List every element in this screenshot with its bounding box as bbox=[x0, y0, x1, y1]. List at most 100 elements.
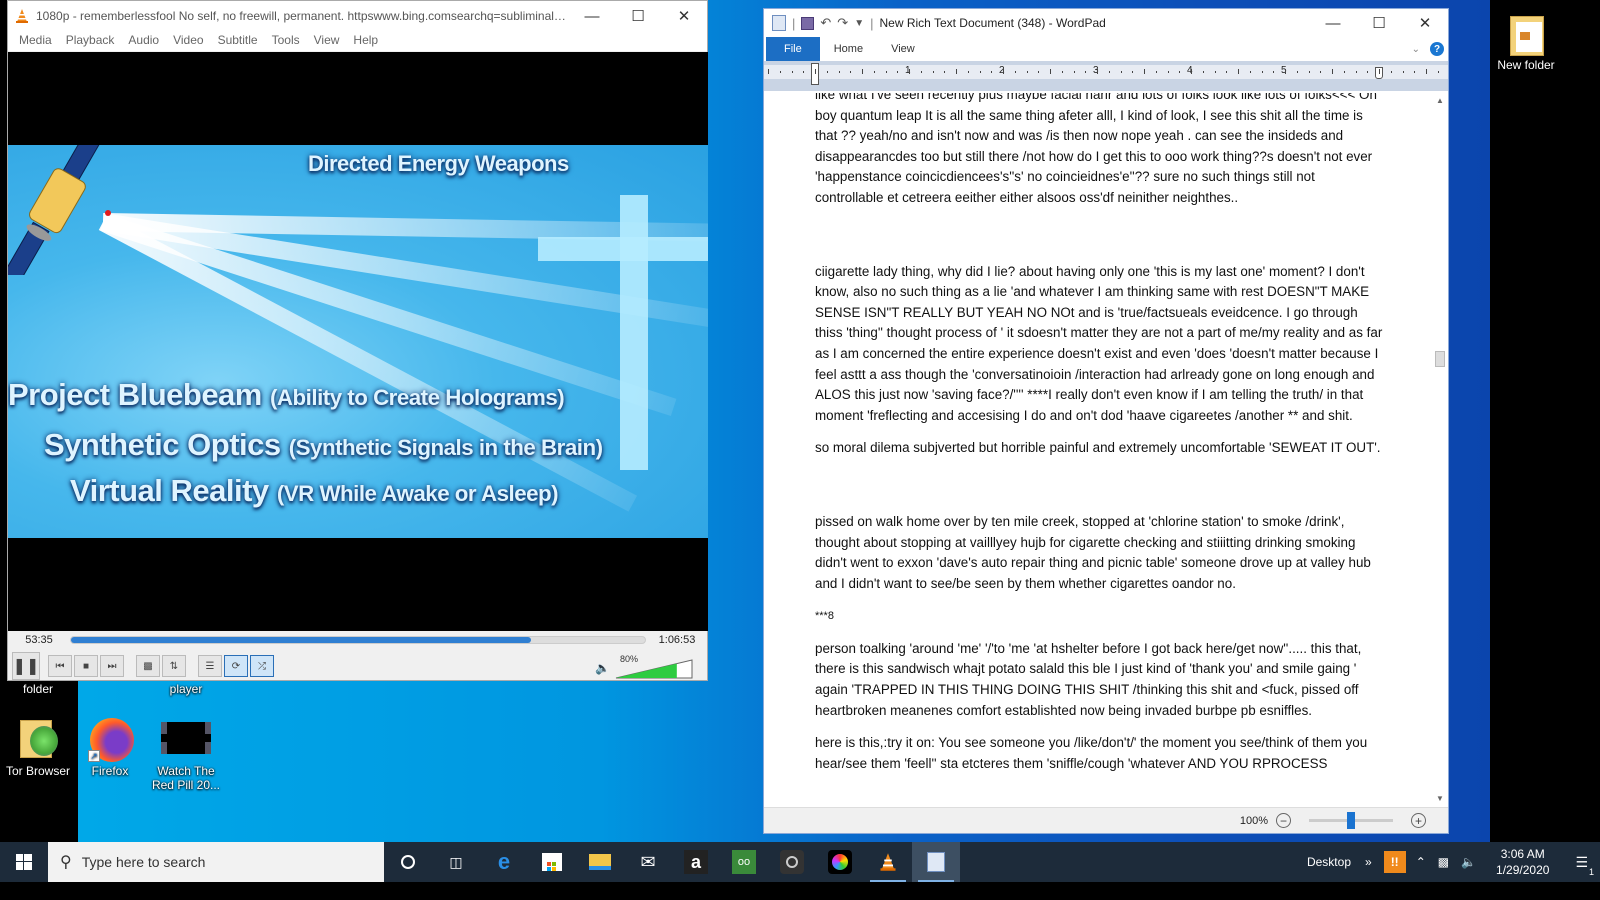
next-button[interactable]: ⏭ bbox=[100, 655, 124, 677]
task-view-button[interactable]: ◫ bbox=[432, 842, 480, 882]
taskbar-vlc[interactable] bbox=[864, 842, 912, 882]
zoom-out-button[interactable]: − bbox=[1276, 813, 1291, 828]
seek-slider[interactable] bbox=[70, 636, 646, 644]
fullscreen-button[interactable]: ▩ bbox=[136, 655, 160, 677]
taskbar-file-explorer[interactable] bbox=[576, 842, 624, 882]
screen-border bbox=[0, 882, 1600, 900]
tray-app-icon[interactable]: !! bbox=[1383, 851, 1406, 873]
desktop-icon-firefox[interactable]: ↗ Firefox bbox=[72, 716, 148, 778]
taskbar: ⚲ Type here to search ◫ e ✉ a oo Desktop… bbox=[0, 842, 1600, 882]
search-placeholder: Type here to search bbox=[81, 854, 206, 870]
vlc-titlebar[interactable]: 1080p - rememberlessfool No self, no fre… bbox=[8, 1, 707, 31]
save-icon[interactable] bbox=[801, 16, 815, 30]
toolbar-expand-icon[interactable]: » bbox=[1357, 855, 1380, 869]
vlc-window[interactable]: 1080p - rememberlessfool No self, no fre… bbox=[7, 0, 708, 681]
menu-help[interactable]: Help bbox=[346, 31, 385, 51]
desktop-icon-watch-the-red-pill[interactable]: Watch The Red Pill 20... bbox=[148, 716, 224, 792]
menu-view[interactable]: View bbox=[307, 31, 347, 51]
shuffle-button[interactable]: ⤮ bbox=[250, 655, 274, 677]
loop-icon: ⟳ bbox=[231, 660, 241, 672]
vlc-window-title: 1080p - rememberlessfool No self, no fre… bbox=[36, 9, 569, 23]
minimize-button[interactable]: — bbox=[569, 1, 615, 31]
desktop-toolbar-label[interactable]: Desktop bbox=[1301, 855, 1357, 869]
close-button[interactable]: ✕ bbox=[1402, 8, 1448, 38]
ribbon-expand-icon[interactable]: ⌄ bbox=[1412, 44, 1420, 55]
maximize-button[interactable]: ☐ bbox=[1356, 8, 1402, 38]
taskbar-wordpad[interactable] bbox=[912, 842, 960, 882]
ruler-tick bbox=[991, 71, 993, 73]
left-indent-marker[interactable] bbox=[811, 63, 819, 85]
document-content[interactable]: like what I've seen recently plus maybe … bbox=[815, 93, 1385, 786]
ruler-tick bbox=[1238, 69, 1239, 74]
tab-file[interactable]: File bbox=[766, 37, 820, 61]
zoom-slider[interactable] bbox=[1309, 812, 1393, 829]
ruler-tick bbox=[838, 71, 840, 73]
desktop-icon-label: player bbox=[169, 682, 203, 696]
scroll-down-arrow[interactable]: ▼ bbox=[1432, 791, 1448, 807]
paragraph: like what I've seen recently plus maybe … bbox=[815, 93, 1377, 205]
extended-settings-button[interactable]: ⇅ bbox=[162, 655, 186, 677]
taskbar-store[interactable] bbox=[528, 842, 576, 882]
playlist-button[interactable]: ☰ bbox=[198, 655, 222, 677]
desktop-icon-tor-browser[interactable]: Tor Browser bbox=[0, 716, 76, 778]
vertical-scrollbar[interactable]: ▲ ▼ bbox=[1432, 93, 1448, 807]
close-button[interactable]: ✕ bbox=[661, 1, 707, 31]
action-center-button[interactable]: ☰ 1 bbox=[1563, 854, 1600, 877]
ruler-tick bbox=[1308, 71, 1310, 73]
desktop-icon-folder[interactable]: folder bbox=[0, 682, 76, 696]
zoom-slider-thumb[interactable] bbox=[1347, 812, 1355, 829]
total-time: 1:06:53 bbox=[658, 634, 696, 646]
menu-subtitle[interactable]: Subtitle bbox=[211, 31, 265, 51]
wordpad-titlebar[interactable]: | ↶ ↷ ▼ | New Rich Text Document (348) -… bbox=[764, 9, 1448, 37]
menu-tools[interactable]: Tools bbox=[265, 31, 307, 51]
network-icon[interactable]: ▩ bbox=[1432, 855, 1455, 869]
menu-media[interactable]: Media bbox=[12, 31, 59, 51]
taskbar-clock[interactable]: 3:06 AM 1/29/2020 bbox=[1482, 846, 1563, 878]
ruler-tick bbox=[1414, 71, 1416, 73]
undo-icon[interactable]: ↶ bbox=[820, 15, 831, 31]
taskbar-search-box[interactable]: ⚲ Type here to search bbox=[48, 842, 384, 882]
desktop-icon-new-folder[interactable]: New folder bbox=[1488, 10, 1564, 72]
taskbar-amazon[interactable]: a bbox=[672, 842, 720, 882]
scroll-thumb[interactable] bbox=[1435, 351, 1445, 367]
volume-slider[interactable]: 80% bbox=[614, 654, 694, 679]
menu-video[interactable]: Video bbox=[166, 31, 210, 51]
menu-audio[interactable]: Audio bbox=[121, 31, 166, 51]
ruler[interactable]: 1 2 3 4 5 bbox=[764, 61, 1448, 91]
volume-icon[interactable]: 🔈 bbox=[1455, 855, 1482, 869]
video-display[interactable]: Directed Energy Weapons Project Bluebeam… bbox=[8, 52, 708, 631]
redo-icon[interactable]: ↷ bbox=[837, 15, 848, 31]
speaker-icon[interactable]: 🔈 bbox=[595, 661, 610, 675]
previous-button[interactable]: ⏮ bbox=[48, 655, 72, 677]
help-icon[interactable]: ? bbox=[1430, 42, 1444, 56]
taskbar-edge[interactable]: e bbox=[480, 842, 528, 882]
taskbar-camera[interactable] bbox=[768, 842, 816, 882]
scroll-up-arrow[interactable]: ▲ bbox=[1432, 93, 1448, 109]
system-tray: Desktop » !! ⌃ ▩ 🔈 3:06 AM 1/29/2020 ☰ 1 bbox=[1301, 842, 1600, 882]
document-area[interactable]: like what I've seen recently plus maybe … bbox=[764, 93, 1434, 807]
mail-icon: ✉ bbox=[640, 851, 656, 872]
start-button[interactable] bbox=[0, 842, 48, 882]
minimize-button[interactable]: — bbox=[1310, 8, 1356, 38]
ruler-tick bbox=[1132, 71, 1134, 73]
tor-browser-icon bbox=[16, 716, 60, 760]
ruler-tick bbox=[979, 71, 981, 73]
wordpad-window[interactable]: | ↶ ↷ ▼ | New Rich Text Document (348) -… bbox=[763, 8, 1449, 834]
empty-paragraph bbox=[815, 221, 1385, 262]
desktop-icon-player[interactable]: player bbox=[148, 682, 224, 696]
menu-playback[interactable]: Playback bbox=[59, 31, 122, 51]
cortana-button[interactable] bbox=[384, 842, 432, 882]
zoom-in-button[interactable]: + bbox=[1411, 813, 1426, 828]
show-hidden-icons[interactable]: ⌃ bbox=[1410, 855, 1432, 869]
taskbar-color-app[interactable] bbox=[816, 842, 864, 882]
loop-button[interactable]: ⟳ bbox=[224, 655, 248, 677]
customize-toolbar-icon[interactable]: ▼ bbox=[854, 18, 864, 29]
stop-button[interactable]: ■ bbox=[74, 655, 98, 677]
tab-view[interactable]: View bbox=[877, 37, 929, 61]
taskbar-mail[interactable]: ✉ bbox=[624, 842, 672, 882]
taskbar-tripadvisor[interactable]: oo bbox=[720, 842, 768, 882]
pause-button[interactable]: ❚❚ bbox=[12, 652, 40, 680]
tab-home[interactable]: Home bbox=[820, 37, 877, 61]
ruler-tick bbox=[862, 69, 863, 74]
maximize-button[interactable]: ☐ bbox=[615, 1, 661, 31]
